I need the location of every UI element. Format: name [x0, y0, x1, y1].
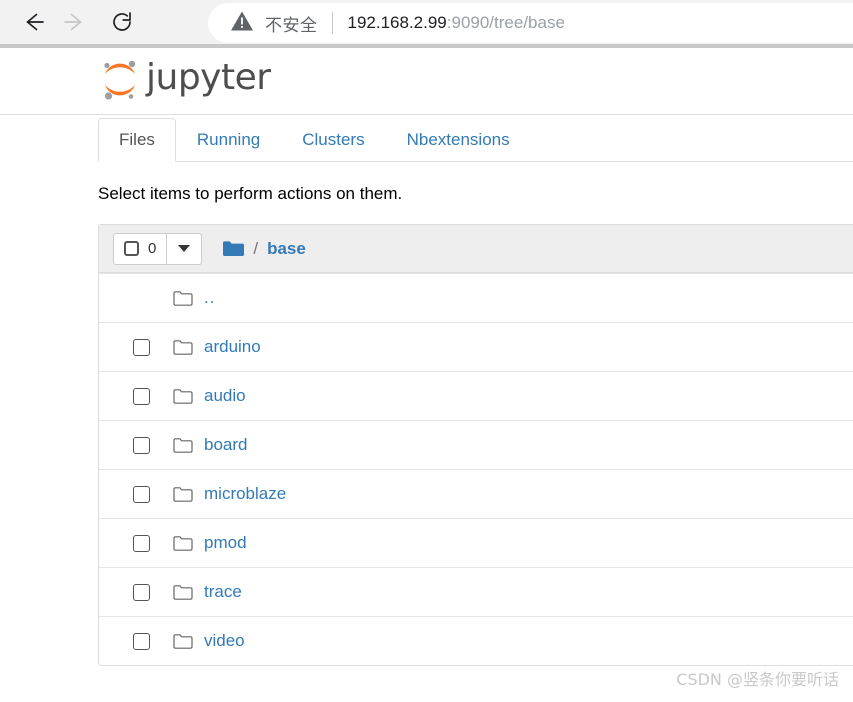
omnibox-divider [331, 12, 333, 34]
table-row[interactable]: .. [99, 273, 853, 322]
table-row[interactable]: board [99, 420, 853, 469]
address-bar[interactable]: 不安全 192.168.2.99:9090/tree/base [208, 3, 853, 43]
row-checkbox-cell[interactable] [116, 387, 167, 405]
forward-arrow-icon [61, 9, 87, 35]
reload-icon [109, 9, 135, 35]
table-row[interactable]: pmod [99, 518, 853, 567]
reload-button[interactable] [102, 2, 142, 42]
row-checkbox-cell[interactable] [116, 583, 167, 601]
breadcrumb: / base [222, 238, 306, 259]
tab-nbextensions[interactable]: Nbextensions [386, 118, 531, 162]
row-checkbox[interactable] [133, 583, 150, 601]
file-list-panel: 0 / base .. arduino audio board microbla… [98, 224, 853, 666]
watermark: CSDN @竖条你要听话 [676, 670, 839, 689]
table-row[interactable]: audio [99, 371, 853, 420]
row-checkbox-cell[interactable] [116, 338, 167, 356]
folder-outline-icon [172, 339, 194, 356]
row-checkbox-cell[interactable] [116, 436, 167, 454]
breadcrumb-separator: / [253, 238, 259, 258]
file-name-link[interactable]: microblaze [204, 484, 286, 504]
select-all-button-group: 0 [113, 232, 203, 265]
tab-clusters[interactable]: Clusters [281, 118, 385, 162]
url-host: 192.168.2.99 [347, 13, 447, 32]
tab-running[interactable]: Running [176, 118, 281, 162]
folder-outline-icon [172, 535, 194, 552]
folder-filled-icon[interactable] [222, 240, 245, 258]
url-text: 192.168.2.99:9090/tree/base [348, 13, 565, 33]
table-row[interactable]: video [99, 616, 853, 665]
security-status-label: 不安全 [265, 15, 318, 35]
row-checkbox[interactable] [133, 338, 150, 356]
caret-down-icon [178, 245, 191, 252]
row-checkbox[interactable] [133, 632, 150, 650]
file-name-link[interactable]: board [204, 435, 247, 455]
row-checkbox-cell[interactable] [116, 534, 167, 552]
jupyter-logo-icon [98, 56, 142, 104]
folder-outline-icon [172, 584, 194, 601]
row-checkbox-cell[interactable] [116, 485, 167, 503]
main-content: Files Running Clusters Nbextensions Sele… [0, 115, 853, 666]
url-path: :9090/tree/base [446, 13, 565, 32]
row-checkbox[interactable] [133, 534, 150, 552]
jupyter-logo[interactable]: jupyter [98, 56, 271, 104]
selected-count: 0 [148, 240, 157, 257]
table-row[interactable]: arduino [99, 322, 853, 371]
tab-bar: Files Running Clusters Nbextensions [98, 115, 853, 162]
folder-outline-icon [172, 290, 194, 307]
jupyter-header: jupyter [0, 48, 853, 115]
row-checkbox[interactable] [133, 485, 150, 503]
file-name-link[interactable]: audio [204, 386, 246, 406]
row-checkbox[interactable] [133, 387, 150, 405]
back-button[interactable] [14, 2, 54, 42]
folder-outline-icon [172, 486, 194, 503]
forward-button[interactable] [54, 2, 94, 42]
select-all-dropdown-button[interactable] [167, 232, 203, 265]
select-all-checkbox[interactable] [124, 241, 139, 256]
file-name-link[interactable]: video [204, 631, 245, 651]
file-name-link[interactable]: arduino [204, 337, 261, 357]
warning-triangle-icon[interactable] [230, 10, 254, 37]
table-row[interactable]: trace [99, 567, 853, 616]
file-list-toolbar: 0 / base [99, 225, 853, 273]
table-row[interactable]: microblaze [99, 469, 853, 518]
breadcrumb-path-base[interactable]: base [267, 239, 306, 259]
selection-notice: Select items to perform actions on them. [98, 184, 403, 203]
file-name-link[interactable]: pmod [204, 533, 247, 553]
row-checkbox[interactable] [133, 436, 150, 454]
tab-files[interactable]: Files [98, 118, 176, 162]
row-checkbox-cell[interactable] [116, 632, 167, 650]
back-arrow-icon [21, 9, 47, 35]
folder-outline-icon [172, 437, 194, 454]
file-name-link[interactable]: .. [204, 288, 215, 308]
select-all-button[interactable]: 0 [113, 232, 168, 265]
folder-outline-icon [172, 633, 194, 650]
file-name-link[interactable]: trace [204, 582, 242, 602]
jupyter-brand-text: jupyter [146, 57, 271, 98]
folder-outline-icon [172, 388, 194, 405]
browser-toolbar: 不安全 192.168.2.99:9090/tree/base [0, 0, 853, 44]
